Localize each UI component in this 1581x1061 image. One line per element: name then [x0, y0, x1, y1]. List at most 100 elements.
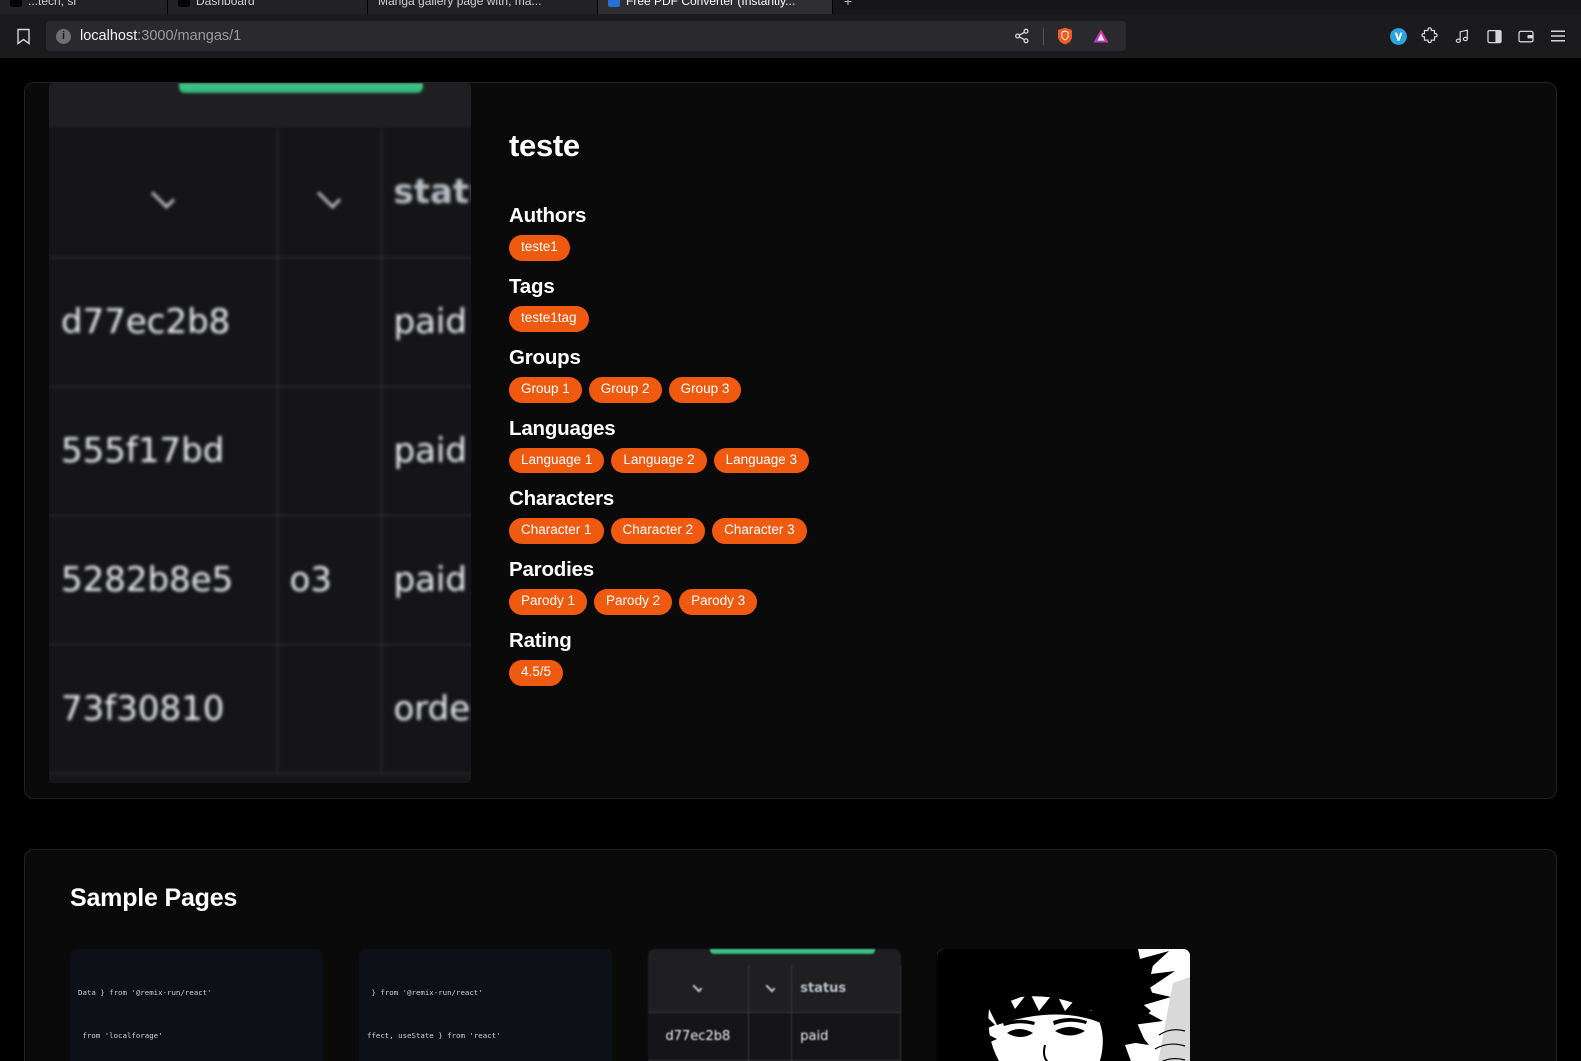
col-header-dropdown [748, 965, 793, 1012]
cell-id: d77ec2b8 [648, 1013, 749, 1060]
cell-status: order [381, 644, 471, 774]
cover-table: status d77ec2b8 paid 555f17bd paid [49, 128, 471, 774]
table-row: d77ec2b8 paid [648, 1013, 901, 1061]
table-row: d77ec2b8 paid [49, 257, 471, 387]
tab-strip: ...tech, sr Dashboard Manga gallery page… [0, 0, 1581, 14]
tab-label: Free PDF Converter (Instantly... [626, 0, 796, 8]
progress-bar [710, 949, 875, 954]
maximize-icon[interactable]: □ [1549, 0, 1556, 2]
chevron-down-icon [692, 982, 703, 992]
chip-list: Group 1 Group 2 Group 3 [509, 376, 1526, 403]
metadata-section-authors: Authors teste1 [509, 204, 1526, 261]
url-host: localhost [80, 28, 138, 44]
site-info-icon[interactable]: i [56, 28, 71, 44]
chip-group[interactable]: Group 3 [668, 376, 742, 403]
manga-detail-card: status d77ec2b8 paid 555f17bd paid [24, 82, 1557, 799]
extensions-puzzle-icon[interactable] [1415, 21, 1445, 51]
manga-panel-art [937, 949, 1190, 1061]
chip-tag[interactable]: teste1tag [509, 305, 589, 332]
tab-favicon-icon [178, 0, 190, 7]
cell-status: paid [381, 515, 471, 645]
chip-parody[interactable]: Parody 2 [594, 589, 673, 616]
chevron-down-icon [765, 982, 775, 992]
chip-character[interactable]: Character 1 [509, 518, 604, 545]
cover-image[interactable]: status d77ec2b8 paid 555f17bd paid [49, 83, 471, 783]
page-title: teste [509, 128, 580, 163]
url-path: :3000/mangas/1 [137, 28, 242, 44]
sample-page-thumb-code[interactable]: Data } from '@remix-run/react' from 'loc… [70, 949, 323, 1061]
chip-parody[interactable]: Parody 3 [679, 589, 758, 616]
chip-language[interactable]: Language 1 [509, 447, 605, 474]
cell-mid: o3 [277, 515, 382, 645]
table-header-row: status [648, 965, 901, 1013]
browser-tab[interactable]: ...tech, sr [0, 0, 168, 14]
table-row: 73f30810 order [49, 644, 471, 774]
cell-id: d77ec2b8 [49, 257, 278, 387]
cell-id: 73f30810 [49, 644, 278, 774]
share-icon[interactable] [1007, 21, 1037, 51]
sample-page-thumb-code[interactable]: } from '@remix-run/react' ffect, useStat… [359, 949, 612, 1061]
metadata-sections: Authors teste1 Tags teste1tag Groups Gro… [509, 204, 1526, 686]
table-header-row: status [49, 128, 471, 258]
cell-mid [748, 1013, 793, 1060]
toolbar-right-icons [1383, 21, 1573, 51]
browser-chrome: ...tech, sr Dashboard Manga gallery page… [0, 0, 1581, 58]
section-label: Groups [509, 345, 581, 369]
metadata-section-parodies: Parodies Parody 1 Parody 2 Parody 3 [509, 558, 1526, 616]
window-controls: ─ □ ✕ [1529, 0, 1577, 2]
music-note-icon[interactable] [1447, 21, 1477, 51]
chip-author[interactable]: teste1 [509, 235, 570, 261]
tab-favicon-icon [608, 0, 620, 7]
cover-table-head: status [49, 128, 471, 258]
col-header-dropdown [648, 965, 749, 1012]
cell-mid [277, 644, 382, 774]
chip-list: teste1 [509, 235, 1526, 261]
cell-status: paid [381, 257, 471, 387]
chip-language[interactable]: Language 2 [611, 447, 707, 474]
chevron-down-icon [150, 185, 175, 210]
chip-group[interactable]: Group 1 [509, 376, 582, 403]
cover-table-toolbar [49, 83, 471, 128]
browser-menu-icon[interactable] [1543, 21, 1573, 51]
vimium-extension-icon[interactable] [1383, 21, 1413, 51]
browser-tab[interactable]: Dashboard [168, 0, 368, 14]
sidebar-panel-icon[interactable] [1479, 21, 1509, 51]
manga-metadata-panel: teste Authors teste1 Tags teste1tag Grou… [495, 83, 1556, 798]
sample-page-thumb-table[interactable]: status d77ec2b8 paid [648, 949, 901, 1061]
minimize-icon[interactable]: ─ [1529, 0, 1537, 2]
address-bar[interactable]: i localhost:3000/mangas/1 [46, 21, 1126, 51]
code-line: ffect, useState } from 'react' [367, 1031, 501, 1041]
new-tab-button[interactable]: + [833, 0, 863, 14]
brave-shields-icon[interactable] [1050, 21, 1080, 51]
chip-language[interactable]: Language 3 [713, 447, 809, 474]
chip-character[interactable]: Character 2 [610, 518, 706, 545]
tab-label: Manga gallery page with, ma... [378, 0, 542, 8]
chip-list: teste1tag [509, 305, 1526, 332]
chip-list: Language 1 Language 2 Language 3 [509, 447, 1526, 474]
wallet-icon[interactable] [1511, 21, 1541, 51]
chevron-down-icon [316, 185, 342, 210]
section-label: Authors [509, 204, 587, 227]
sample-page-thumb-manga[interactable] [937, 949, 1190, 1061]
close-icon[interactable]: ✕ [1568, 0, 1577, 2]
cell-mid [277, 386, 382, 516]
tab-label: Dashboard [196, 0, 255, 8]
tab-favicon-icon [10, 0, 22, 7]
chip-character[interactable]: Character 3 [712, 518, 807, 545]
browser-tab-active[interactable]: Free PDF Converter (Instantly... [598, 0, 833, 14]
tab-label: ...tech, sr [28, 0, 78, 8]
thumb-table-toolbar [648, 949, 901, 965]
cell-status: paid [381, 386, 471, 516]
cell-mid [277, 257, 382, 387]
bookmark-icon[interactable] [8, 21, 38, 51]
chip-group[interactable]: Group 2 [588, 376, 662, 403]
col-header-dropdown [277, 128, 382, 258]
chip-rating[interactable]: 4.5/5 [509, 660, 564, 686]
browser-tab[interactable]: Manga gallery page with, ma... [368, 0, 598, 14]
section-label: Languages [509, 416, 616, 440]
brave-rewards-icon[interactable] [1086, 21, 1116, 51]
chip-parody[interactable]: Parody 1 [509, 589, 588, 616]
sample-pages-card: Sample Pages Data } from '@remix-run/rea… [24, 849, 1557, 1061]
col-header-status: status [792, 965, 901, 1012]
section-label: Tags [509, 274, 555, 298]
